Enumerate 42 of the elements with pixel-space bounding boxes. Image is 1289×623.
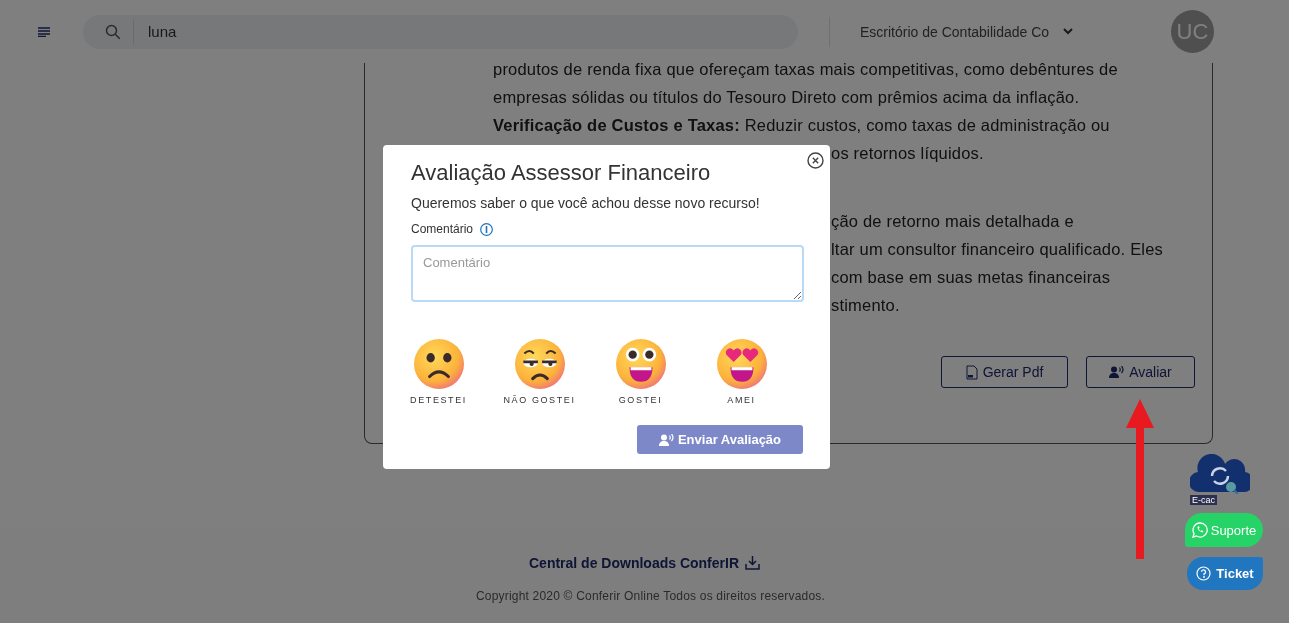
company-select[interactable]: Escritório de Contabilidade Co	[860, 17, 1073, 46]
modal-title: Avaliação Assessor Financeiro	[411, 160, 712, 186]
close-icon[interactable]	[807, 152, 824, 169]
chevron-down-icon	[1063, 28, 1073, 35]
paragraph-line: ção de retorno mais detalhada e	[831, 212, 1074, 230]
paragraph-line: Verificação de Custos e Taxas: Reduzir custos, como taxas de administração ou	[493, 115, 1111, 136]
rate-button[interactable]: Avaliar	[1086, 356, 1195, 388]
ticket-button[interactable]: Ticket	[1187, 557, 1263, 590]
paragraph-line: stimento.	[831, 296, 900, 314]
info-icon[interactable]	[480, 222, 494, 236]
paragraph-line: os retornos líquidos.	[831, 144, 984, 162]
comment-field[interactable]: Comentário	[411, 245, 804, 302]
paragraph-line: produtos de renda fixa que ofereçam taxas mais competitivas, como debêntures de	[493, 63, 1119, 80]
paragraph-line: com base em suas metas financeiras	[831, 268, 1111, 286]
frowning-face-icon	[413, 339, 464, 389]
menu-icon[interactable]	[38, 26, 50, 37]
rating-option[interactable]: NÃO GOSTEI	[489, 339, 590, 405]
paragraph-line: empresas sólidas ou títulos do Tesouro Direto com prêmios acima da inflação.	[493, 87, 1081, 108]
copyright-text: Copyright 2020 © Conferir Online Todos os direitos reservados.	[475, 589, 826, 603]
rating-option[interactable]: GOSTEI	[590, 339, 691, 405]
rating-option[interactable]: DETESTEI	[388, 339, 489, 405]
ecac-label: E-cac	[1190, 495, 1217, 505]
rating-option[interactable]: AMEI	[691, 339, 792, 405]
field-label: Comentário	[411, 222, 474, 236]
paragraph-line: ltar um consultor financeiro qualificado. Eles	[831, 240, 1164, 258]
search-field[interactable]: luna	[83, 14, 798, 49]
heart-eyes-face-icon	[716, 339, 767, 389]
person-voice-icon	[658, 433, 674, 446]
generate-pdf-button[interactable]: Gerar Pdf	[941, 356, 1068, 388]
help-icon	[1196, 566, 1212, 581]
person-voice-icon	[1109, 366, 1125, 378]
grinning-face-icon	[615, 339, 666, 389]
download-icon	[745, 556, 760, 570]
pdf-file-icon	[965, 364, 978, 380]
cloud-sync-icon	[1190, 454, 1250, 494]
unamused-face-icon	[514, 339, 565, 389]
modal-subtitle: Queremos saber o que você achou desse novo recurso!	[411, 195, 761, 211]
chat-phone-icon	[1191, 522, 1208, 538]
submit-rating-button[interactable]: Enviar Avaliação	[637, 425, 803, 454]
search-icon	[105, 23, 121, 40]
downloads-link[interactable]: Central de Downloads ConferIR	[529, 555, 760, 571]
ecac-shortcut[interactable]: E-cac	[1190, 454, 1252, 505]
